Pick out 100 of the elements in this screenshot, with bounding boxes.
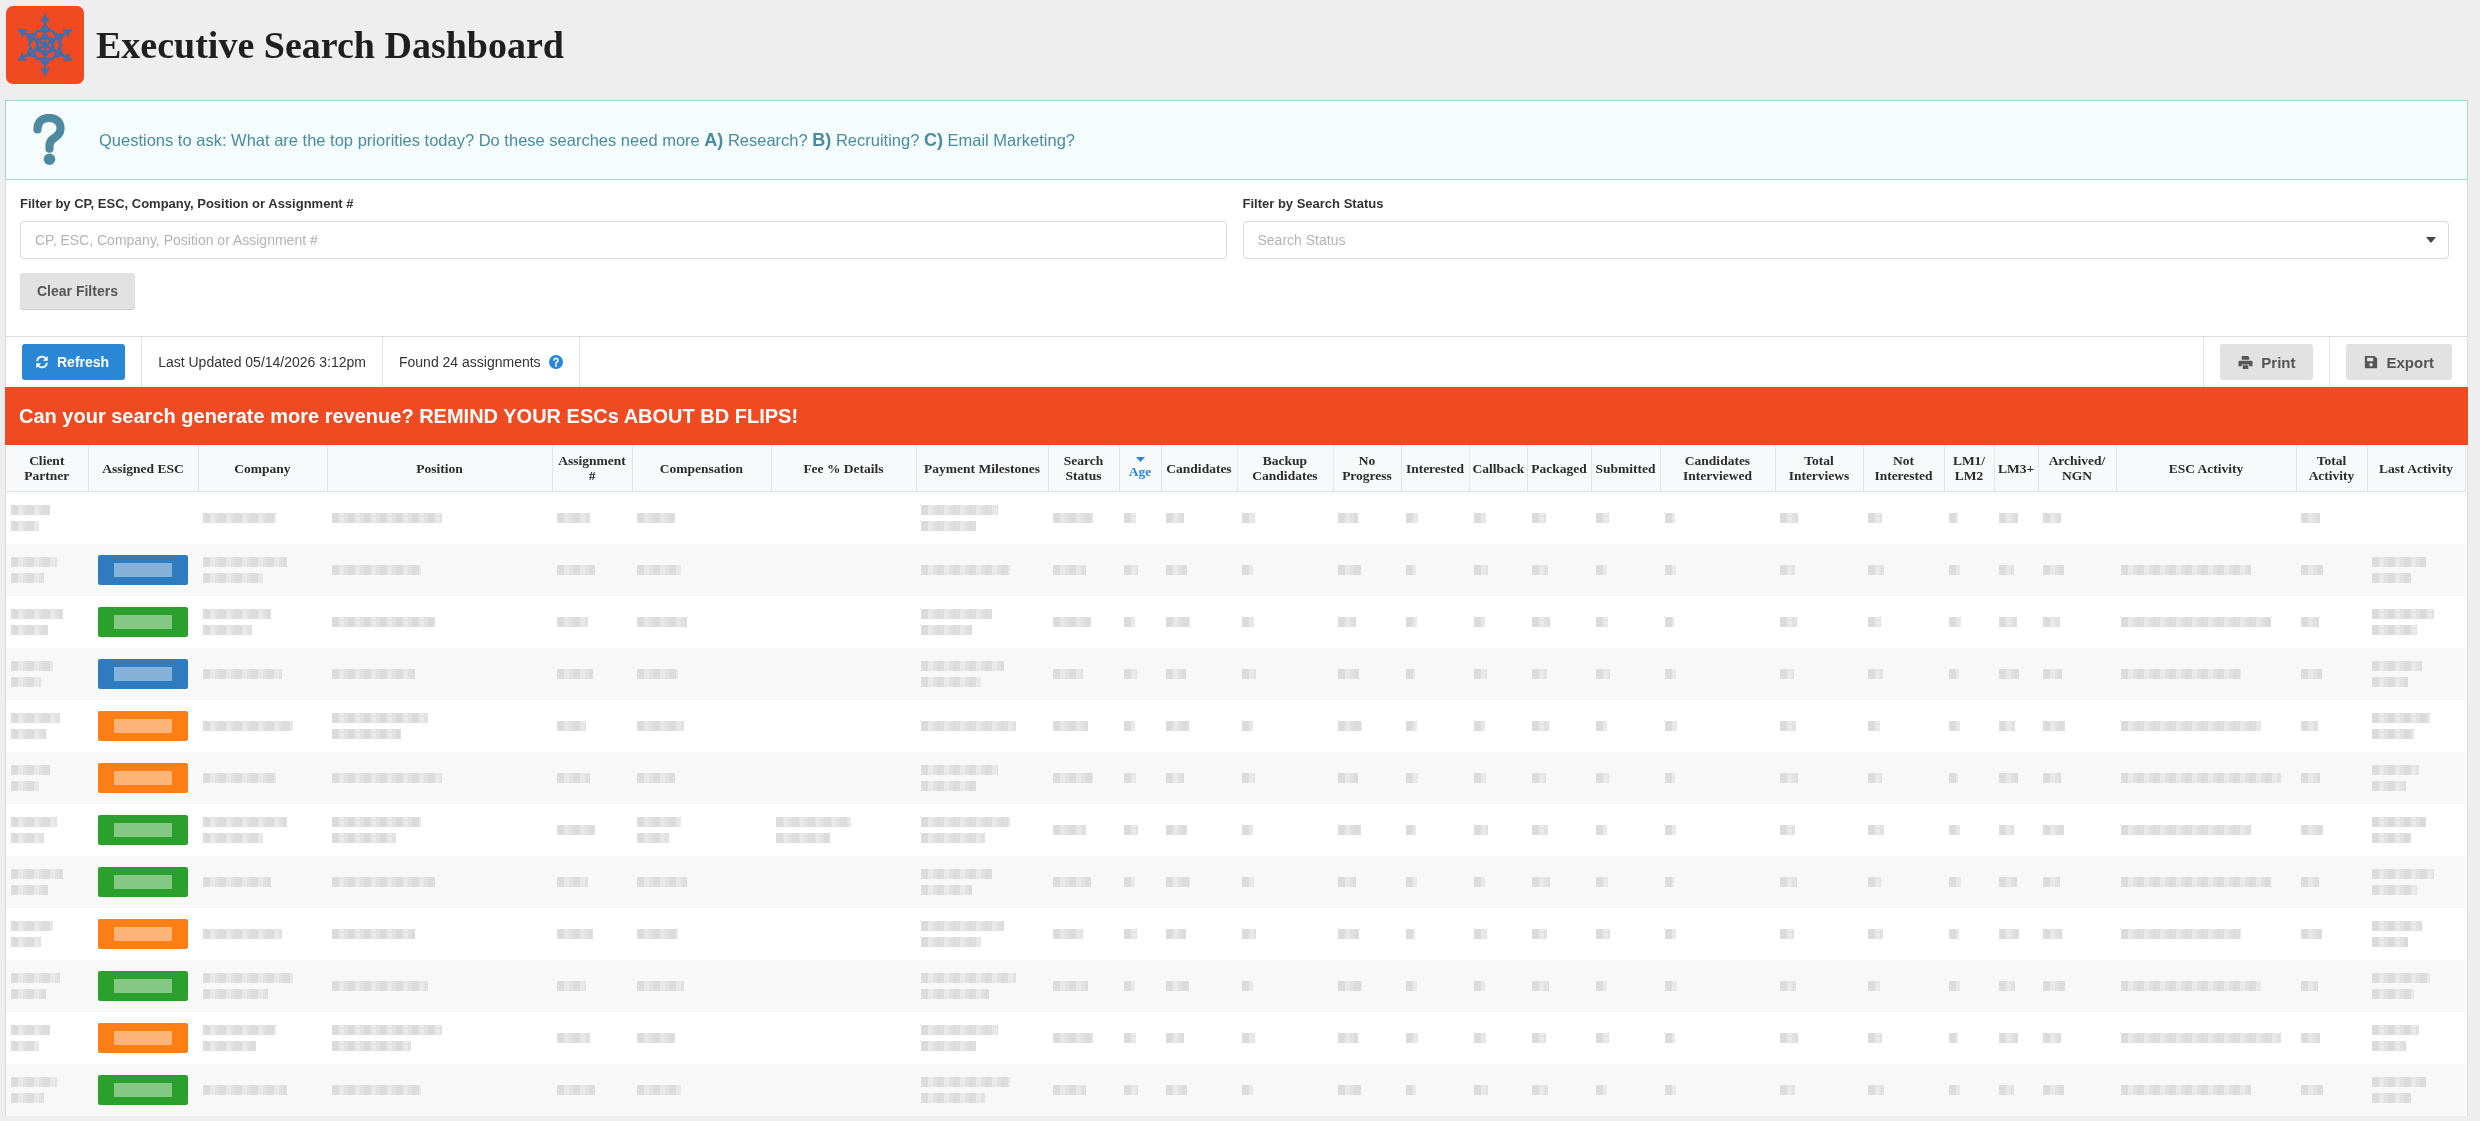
- column-header[interactable]: Age: [1119, 445, 1161, 492]
- redacted-text: [1868, 669, 1883, 679]
- redacted-text: [1868, 565, 1884, 575]
- column-header[interactable]: Payment Milestones: [916, 445, 1048, 492]
- column-header[interactable]: Last Activity: [2367, 445, 2465, 492]
- column-header[interactable]: No Progress: [1333, 445, 1401, 492]
- column-header[interactable]: Assigned ESC: [88, 445, 198, 492]
- redacted-text: [1053, 773, 1093, 783]
- redacted-text: [557, 981, 586, 991]
- redacted-text: [1780, 1085, 1795, 1095]
- redacted-text: [1406, 617, 1417, 627]
- redacted-text: [1124, 877, 1135, 887]
- redacted-text: [2043, 617, 2060, 627]
- redacted-text: [637, 1033, 675, 1043]
- refresh-button[interactable]: Refresh: [22, 344, 126, 380]
- info-text: Questions to ask: What are the top priorities today? Do these searches need more A) Research? B) Recruiting? C) Email Marketing?: [99, 129, 1075, 151]
- redacted-text: [1242, 825, 1253, 835]
- column-header[interactable]: Fee % Details: [771, 445, 916, 492]
- redacted-text: [1596, 721, 1607, 731]
- redacted-text: [1053, 513, 1093, 523]
- column-header[interactable]: Backup Candidates: [1237, 445, 1333, 492]
- redacted-text: [2301, 565, 2323, 575]
- redacted-text: [1124, 981, 1135, 991]
- redacted-text: [1242, 721, 1253, 731]
- redacted-text: [2043, 1033, 2061, 1043]
- column-header[interactable]: Position: [327, 445, 552, 492]
- redacted-text: [1780, 617, 1797, 627]
- column-header[interactable]: Packaged: [1527, 445, 1591, 492]
- redacted-text: [1406, 825, 1416, 835]
- redacted-text: [1949, 1033, 1958, 1043]
- column-header[interactable]: Total Interviews: [1775, 445, 1863, 492]
- status-dropdown[interactable]: Search Status: [1242, 221, 2449, 259]
- redacted-text: [1338, 669, 1359, 679]
- redacted-text: [557, 1085, 595, 1095]
- redacted-text: [2301, 877, 2319, 887]
- redacted-text: [1166, 1033, 1184, 1043]
- redacted-text: [1474, 617, 1485, 627]
- redacted-text: [203, 609, 271, 635]
- redacted-text: [2043, 513, 2061, 523]
- redacted-text: [1949, 981, 1960, 991]
- redacted-text: [1166, 825, 1187, 835]
- column-header[interactable]: Candidates Interviewed: [1660, 445, 1775, 492]
- promo-banner: Can your search generate more revenue? REMIND YOUR ESCs ABOUT BD FLIPS!: [5, 387, 2468, 445]
- print-button[interactable]: Print: [2220, 344, 2314, 380]
- column-header[interactable]: LM3+: [1994, 445, 2038, 492]
- caret-down-icon[interactable]: [2426, 237, 2436, 243]
- redacted-text: [1532, 721, 1549, 731]
- clear-filters-button[interactable]: Clear Filters: [20, 273, 135, 309]
- column-header[interactable]: Search Status: [1048, 445, 1119, 492]
- redacted-text: [1665, 565, 1676, 575]
- redacted-text: [1780, 1033, 1798, 1043]
- redacted-text: [1474, 929, 1487, 939]
- redacted-text: [637, 981, 684, 991]
- redacted-text: [1999, 1085, 2014, 1095]
- column-header[interactable]: Submitted: [1591, 445, 1660, 492]
- redacted-text: [1596, 981, 1607, 991]
- redacted-text: [1949, 825, 1960, 835]
- redacted-text: [1124, 929, 1137, 939]
- redacted-text: [1338, 721, 1362, 731]
- column-header[interactable]: Compensation: [632, 445, 771, 492]
- column-header[interactable]: Client Partner: [6, 445, 88, 492]
- redacted-text: [1406, 773, 1418, 783]
- column-header[interactable]: Callback: [1469, 445, 1527, 492]
- redacted-text: [1053, 721, 1088, 731]
- column-header[interactable]: LM1/LM2: [1944, 445, 1994, 492]
- redacted-text: [1166, 513, 1184, 523]
- redacted-text: [1780, 981, 1796, 991]
- redacted-text: [2043, 773, 2061, 783]
- help-icon[interactable]: [548, 355, 563, 369]
- column-header[interactable]: ESC Activity: [2116, 445, 2296, 492]
- redacted-text: [2372, 661, 2422, 687]
- redacted-text: [1474, 981, 1485, 991]
- redacted-text: [1053, 1085, 1086, 1095]
- redacted-text: [2043, 669, 2062, 679]
- redacted-text: [1665, 773, 1675, 783]
- redacted-text: [1665, 1085, 1676, 1095]
- search-field[interactable]: CP, ESC, Company, Position or Assignment #: [20, 221, 1227, 259]
- redacted-text: [2372, 921, 2422, 947]
- export-button[interactable]: Export: [2346, 344, 2452, 380]
- column-header[interactable]: Candidates: [1161, 445, 1237, 492]
- column-header[interactable]: Archived/NGN: [2038, 445, 2116, 492]
- column-header[interactable]: Company: [198, 445, 327, 492]
- redacted-text: [1166, 981, 1189, 991]
- redacted-text: [637, 929, 678, 939]
- redacted-text: [1053, 617, 1091, 627]
- redacted-text: [1999, 721, 2015, 731]
- redacted-text: [1949, 513, 1958, 523]
- column-header[interactable]: Not Interested: [1863, 445, 1944, 492]
- redacted-text: [1949, 773, 1958, 783]
- redacted-text: [1242, 981, 1253, 991]
- redacted-text: [1406, 513, 1418, 523]
- column-header[interactable]: Interested: [1401, 445, 1469, 492]
- column-header[interactable]: Total Activity: [2296, 445, 2367, 492]
- redacted-text: [921, 869, 992, 895]
- column-header[interactable]: Assignment #: [552, 445, 632, 492]
- redacted-text: [2301, 981, 2318, 991]
- redacted-text: [1242, 1033, 1255, 1043]
- redacted-text: [11, 1077, 57, 1103]
- redacted-text: [1949, 669, 1959, 679]
- redacted-text: [2372, 1077, 2426, 1103]
